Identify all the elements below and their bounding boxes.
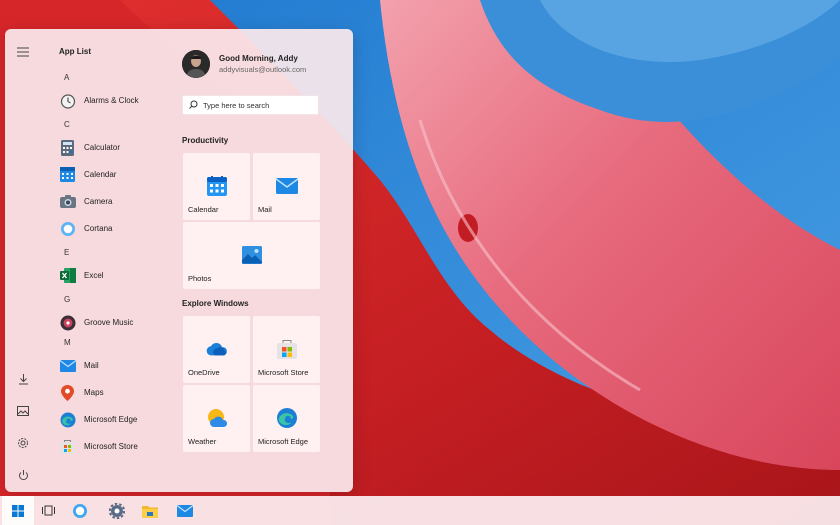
mail-icon: [59, 357, 76, 374]
mail-icon: [275, 175, 298, 197]
tile-label: Photos: [188, 274, 212, 283]
app-label: Calendar: [84, 170, 117, 179]
app-item-groove-music[interactable]: Groove Music: [57, 309, 177, 336]
user-profile[interactable]: Good Morning, Addy addyvisuals@outlook.c…: [182, 48, 322, 80]
app-label: Microsoft Edge: [84, 415, 138, 424]
app-item-alarms-clock[interactable]: Alarms & Clock: [57, 87, 177, 114]
app-item-calculator[interactable]: Calculator: [57, 134, 177, 161]
app-item-cortana[interactable]: Cortana: [57, 215, 177, 242]
onedrive-icon: [206, 338, 228, 360]
weather-icon: [206, 407, 228, 429]
photos-icon: [241, 244, 263, 266]
search-placeholder: Type here to search: [203, 100, 270, 110]
start-menu-rail: [5, 29, 41, 492]
maps-icon: [59, 384, 76, 401]
section-title-explore-windows: Explore Windows: [182, 299, 249, 308]
app-label: Camera: [84, 197, 113, 206]
tile-label: Mail: [258, 205, 272, 214]
calculator-icon: [59, 139, 76, 156]
tile-microsoft-edge[interactable]: Microsoft Edge: [253, 385, 320, 452]
mail-icon[interactable]: [169, 496, 201, 525]
search-input[interactable]: Type here to search: [182, 95, 319, 115]
tile-onedrive[interactable]: OneDrive: [183, 316, 250, 383]
group-letter-a[interactable]: A: [64, 69, 177, 87]
app-list-title: App List: [59, 47, 91, 56]
section-title-productivity: Productivity: [182, 136, 229, 145]
app-label: Groove Music: [84, 318, 134, 327]
tile-calendar[interactable]: Calendar: [183, 153, 250, 220]
alarm-clock-icon: [59, 92, 76, 109]
calendar-icon: [206, 175, 228, 197]
tile-label: Calendar: [188, 205, 219, 214]
start-menu-right-pane: Good Morning, Addy addyvisuals@outlook.c…: [182, 48, 322, 115]
cortana-icon[interactable]: [64, 496, 96, 525]
tile-label: Weather: [188, 437, 217, 446]
excel-icon: [59, 267, 76, 284]
store-icon: [276, 338, 298, 360]
app-item-microsoft-store[interactable]: Microsoft Store: [57, 433, 177, 460]
cortana-icon: [59, 220, 76, 237]
settings-gear-icon[interactable]: [13, 433, 33, 453]
app-list: App List A Alarms & Clock C Calculator C…: [57, 47, 177, 460]
app-label: Mail: [84, 361, 99, 370]
app-item-camera[interactable]: Camera: [57, 188, 177, 215]
pictures-icon[interactable]: [13, 401, 33, 421]
windows-start-icon[interactable]: [2, 496, 34, 525]
app-label: Calculator: [84, 143, 121, 152]
group-letter-g[interactable]: G: [64, 291, 177, 309]
edge-icon: [276, 407, 298, 429]
user-email: addyvisuals@outlook.com: [219, 65, 307, 74]
downloads-icon[interactable]: [13, 369, 33, 389]
power-icon[interactable]: [13, 465, 33, 485]
tile-photos[interactable]: Photos: [183, 222, 320, 289]
start-menu: App List A Alarms & Clock C Calculator C…: [5, 29, 353, 492]
app-label: Cortana: [84, 224, 113, 233]
app-label: Excel: [84, 271, 104, 280]
groove-music-icon: [59, 314, 76, 331]
tile-weather[interactable]: Weather: [183, 385, 250, 452]
hamburger-menu-icon[interactable]: [13, 42, 33, 62]
file-explorer-icon[interactable]: [134, 496, 166, 525]
app-label: Alarms & Clock: [84, 96, 139, 105]
avatar[interactable]: [182, 50, 210, 78]
tile-label: Microsoft Edge: [258, 437, 309, 446]
app-label: Microsoft Store: [84, 442, 138, 451]
group-letter-c[interactable]: C: [64, 116, 177, 134]
app-item-mail[interactable]: Mail: [57, 352, 177, 379]
taskbar: [0, 496, 840, 525]
tile-mail[interactable]: Mail: [253, 153, 320, 220]
search-icon: [189, 96, 198, 114]
tile-microsoft-store[interactable]: Microsoft Store: [253, 316, 320, 383]
tile-label: Microsoft Store: [258, 368, 309, 377]
tile-label: OneDrive: [188, 368, 220, 377]
app-label: Maps: [84, 388, 104, 397]
app-item-calendar[interactable]: Calendar: [57, 161, 177, 188]
camera-icon: [59, 193, 76, 210]
app-item-maps[interactable]: Maps: [57, 379, 177, 406]
app-item-excel[interactable]: Excel: [57, 262, 177, 289]
group-letter-m[interactable]: M: [64, 334, 177, 352]
calendar-icon: [59, 166, 76, 183]
edge-icon: [59, 411, 76, 428]
store-icon: [59, 438, 76, 455]
settings-gear-icon[interactable]: [101, 496, 133, 525]
group-letter-e[interactable]: E: [64, 244, 177, 262]
user-greeting: Good Morning, Addy: [219, 54, 298, 63]
app-item-microsoft-edge[interactable]: Microsoft Edge: [57, 406, 177, 433]
task-view-icon[interactable]: [32, 496, 64, 525]
